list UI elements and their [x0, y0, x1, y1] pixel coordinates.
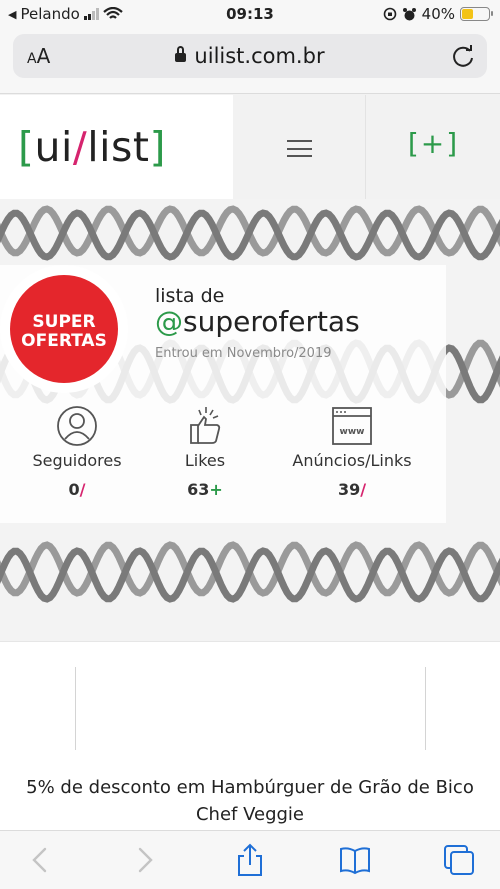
- www-icon: www: [332, 407, 372, 445]
- tabs-icon[interactable]: [442, 843, 476, 877]
- reload-icon[interactable]: [449, 42, 477, 70]
- logo-link[interactable]: [ui/list]: [0, 95, 233, 199]
- listing-image[interactable]: [75, 667, 426, 750]
- status-bar: ◀ Pelando 09:13 40%: [0, 0, 500, 28]
- add-label: [+]: [407, 127, 460, 160]
- listing-card[interactable]: 5% de desconto em Hambúrguer de Grão de …: [0, 641, 500, 830]
- stat-followers[interactable]: Seguidores 0/: [22, 405, 132, 499]
- links-label: Anúncios/Links: [292, 451, 412, 470]
- followers-label: Seguidores: [32, 451, 122, 470]
- bookmarks-icon[interactable]: [338, 843, 372, 877]
- site-header: [ui/list] [+]: [0, 95, 500, 199]
- followers-count: 0/: [68, 480, 86, 499]
- links-count: 39/: [337, 480, 367, 499]
- forward-icon[interactable]: [128, 843, 162, 877]
- avatar-text-line1: SUPER: [32, 312, 96, 332]
- browser-toolbar: [0, 830, 500, 889]
- page: ◀ Pelando 09:13 40% AA uilist.com.br [ui…: [0, 0, 500, 889]
- svg-text:www: www: [340, 427, 365, 437]
- user-icon: [57, 406, 97, 446]
- alarm-icon: [402, 7, 416, 20]
- browser-address-area: AA uilist.com.br: [0, 28, 500, 94]
- profile-handle: @superofertas: [155, 305, 360, 338]
- battery-icon: [460, 7, 493, 21]
- listing-title[interactable]: 5% de desconto em Hambúrguer de Grão de …: [10, 774, 490, 828]
- thumbs-up-icon: [190, 407, 221, 444]
- status-right: 40%: [383, 5, 493, 23]
- url-display[interactable]: uilist.com.br: [13, 44, 487, 68]
- add-list-button[interactable]: [+]: [367, 95, 500, 199]
- site-logo: [ui/list]: [18, 123, 166, 171]
- stat-likes[interactable]: Likes 63+: [170, 405, 240, 499]
- menu-button[interactable]: [234, 95, 366, 199]
- profile-card: SUPER OFERTAS lista de @superofertas Ent…: [0, 265, 446, 523]
- rotation-lock-icon: [383, 7, 396, 21]
- share-icon[interactable]: [233, 843, 267, 877]
- likes-count: 63+: [187, 480, 223, 499]
- lock-icon: [175, 46, 187, 62]
- battery-percent: 40%: [421, 5, 455, 23]
- avatar-image: SUPER OFERTAS: [10, 275, 118, 383]
- joined-date: Entrou em Novembro/2019: [155, 346, 332, 361]
- address-bar[interactable]: AA uilist.com.br: [13, 34, 487, 78]
- avatar-text-line2: OFERTAS: [21, 331, 107, 351]
- likes-label: Likes: [184, 451, 226, 470]
- stat-links[interactable]: www Anúncios/Links 39/: [278, 405, 426, 499]
- menu-icon: [287, 140, 312, 157]
- profile-section: SUPER OFERTAS lista de @superofertas Ent…: [0, 199, 500, 641]
- list-prefix: lista de: [155, 285, 225, 307]
- back-icon[interactable]: [24, 843, 58, 877]
- url-text: uilist.com.br: [194, 44, 325, 68]
- avatar[interactable]: SUPER OFERTAS: [0, 265, 128, 393]
